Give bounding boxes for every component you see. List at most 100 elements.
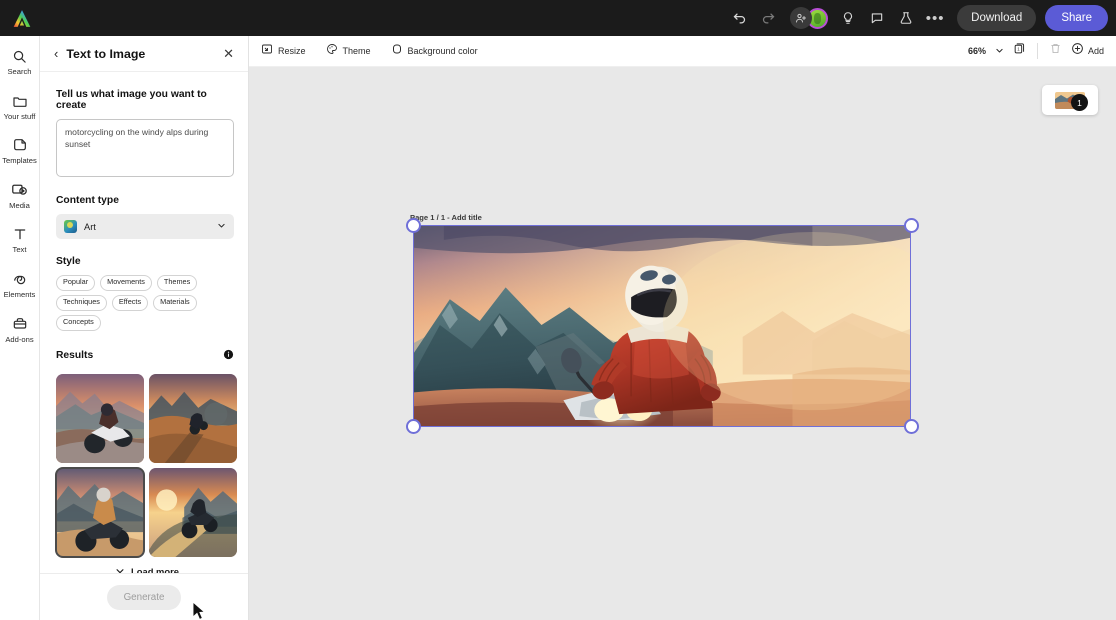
style-chip-effects[interactable]: Effects xyxy=(111,294,149,311)
result-thumbnail-4[interactable] xyxy=(149,467,237,557)
sidebar-item-text[interactable]: Text xyxy=(0,224,40,254)
theme-icon xyxy=(326,42,338,60)
document-toolbar: Resize Theme Background color 66% 1 Add xyxy=(249,36,1116,67)
theme-button[interactable]: Theme xyxy=(326,42,371,60)
toolbar-divider xyxy=(1036,43,1038,59)
content-type-label: Content type xyxy=(56,195,119,206)
top-bar-actions: ••• Download Share xyxy=(726,0,1116,36)
resize-icon xyxy=(261,42,273,60)
canvas-area[interactable]: 1 Page 1 / 1 - Add title xyxy=(249,67,1116,620)
sidebar-label-add-ons: Add-ons xyxy=(5,334,34,344)
text-to-image-panel: ‹ Text to Image ✕ Tell us what image you… xyxy=(40,36,249,620)
toolbar-right-group: 66% 1 Add xyxy=(968,42,1104,60)
style-chip-popular[interactable]: Popular xyxy=(56,275,96,291)
adobe-express-logo-icon xyxy=(13,9,31,27)
more-options-icon[interactable]: ••• xyxy=(922,5,948,31)
comment-icon[interactable] xyxy=(864,5,890,31)
lightbulb-icon[interactable] xyxy=(835,5,861,31)
redo-icon[interactable] xyxy=(755,5,781,31)
mouse-cursor xyxy=(192,601,206,620)
style-chip-movements[interactable]: Movements xyxy=(100,275,152,291)
sidebar-label-search: Search xyxy=(7,67,32,76)
resize-label: Resize xyxy=(278,46,306,56)
sidebar-item-add-ons[interactable]: Add-ons xyxy=(0,314,40,344)
resize-button[interactable]: Resize xyxy=(261,42,306,60)
sidebar-item-search[interactable]: Search xyxy=(0,46,40,76)
chevron-down-icon xyxy=(115,566,125,573)
content-type-select[interactable]: Art xyxy=(56,214,234,239)
background-color-icon xyxy=(391,42,403,60)
resize-handle-top-left[interactable] xyxy=(406,218,421,233)
generate-button[interactable]: Generate xyxy=(107,584,181,610)
sidebar-item-elements[interactable]: Elements xyxy=(0,269,40,299)
style-chip-techniques[interactable]: Techniques xyxy=(56,294,107,311)
background-color-button[interactable]: Background color xyxy=(391,42,478,60)
add-person-icon[interactable] xyxy=(790,7,813,29)
load-more-button[interactable]: Load more xyxy=(56,566,238,573)
results-header: Results xyxy=(56,347,234,365)
adobe-express-editor: ••• Download Share Search Your stuff Tem… xyxy=(0,0,1116,620)
selected-artwork[interactable] xyxy=(413,225,911,427)
result-thumbnail-1[interactable] xyxy=(56,373,144,463)
page-count-badge: 1 xyxy=(1071,94,1088,111)
page-label[interactable]: Page 1 / 1 - Add title xyxy=(410,213,482,222)
more-options-glyph: ••• xyxy=(925,9,945,27)
style-chip-materials[interactable]: Materials xyxy=(153,294,197,311)
collaborators-group[interactable] xyxy=(790,7,829,29)
panel-header: ‹ Text to Image ✕ xyxy=(40,36,248,72)
close-icon[interactable]: ✕ xyxy=(223,46,234,62)
plus-circle-icon xyxy=(1071,42,1084,60)
panel-footer: Generate xyxy=(40,573,248,620)
result-thumbnail-3[interactable] xyxy=(55,466,145,558)
load-more-label: Load more xyxy=(131,566,179,573)
sidebar-label-media: Media xyxy=(9,200,30,210)
prompt-input[interactable]: motorcycling on the windy alps during su… xyxy=(56,119,234,177)
text-icon xyxy=(12,224,28,244)
download-button[interactable]: Download xyxy=(957,5,1037,31)
resize-handle-top-right[interactable] xyxy=(904,218,919,233)
style-label: Style xyxy=(56,256,81,267)
chevron-down-icon xyxy=(217,221,226,232)
templates-icon xyxy=(12,135,28,155)
adobe-express-logo[interactable] xyxy=(0,9,44,28)
zoom-level[interactable]: 66% xyxy=(968,46,986,56)
undo-icon[interactable] xyxy=(726,5,752,31)
add-page-button[interactable]: Add xyxy=(1071,42,1104,60)
top-bar: ••• Download Share xyxy=(0,0,1116,36)
sidebar-item-media[interactable]: Media xyxy=(0,180,40,210)
left-rail: Search Your stuff Templates Media Text E… xyxy=(0,36,40,620)
style-chip-concepts[interactable]: Concepts xyxy=(56,314,101,331)
artwork-image xyxy=(414,226,910,426)
sidebar-label-text: Text xyxy=(12,245,27,255)
trash-icon[interactable] xyxy=(1049,42,1062,60)
sidebar-label-elements: Elements xyxy=(3,289,36,299)
page-thumbnail-card[interactable]: 1 xyxy=(1042,85,1098,115)
addons-icon xyxy=(12,314,28,334)
info-icon[interactable] xyxy=(223,347,234,365)
zoom-chevron-down-icon[interactable] xyxy=(995,42,1004,60)
resize-handle-bottom-right[interactable] xyxy=(904,419,919,434)
content-type-value: Art xyxy=(84,221,96,232)
results-label: Results xyxy=(56,350,94,362)
resize-handle-bottom-left[interactable] xyxy=(406,419,421,434)
folder-icon xyxy=(12,91,28,111)
style-chip-group: Popular Movements Themes Techniques Effe… xyxy=(56,275,238,331)
panel-title: Text to Image xyxy=(66,46,146,61)
sidebar-label-your-stuff: Your stuff xyxy=(3,111,36,121)
result-thumbnail-2[interactable] xyxy=(149,373,237,463)
back-chevron-left-icon[interactable]: ‹ xyxy=(54,46,58,61)
panel-body: Tell us what image you want to create mo… xyxy=(40,72,248,573)
style-chip-themes[interactable]: Themes xyxy=(156,275,198,291)
sidebar-item-templates[interactable]: Templates xyxy=(0,135,40,165)
background-color-label: Background color xyxy=(407,46,478,56)
sidebar-label-templates: Templates xyxy=(2,156,37,166)
media-icon xyxy=(11,180,28,200)
prompt-section-label: Tell us what image you want to create xyxy=(56,89,207,111)
results-grid xyxy=(55,373,238,558)
sidebar-item-your-stuff[interactable]: Your stuff xyxy=(0,91,40,121)
elements-icon xyxy=(12,269,28,289)
share-button[interactable]: Share xyxy=(1045,5,1108,31)
duplicate-page-icon[interactable]: 1 xyxy=(1013,42,1026,60)
svg-text:1: 1 xyxy=(1017,47,1020,52)
beaker-icon[interactable] xyxy=(893,5,919,31)
